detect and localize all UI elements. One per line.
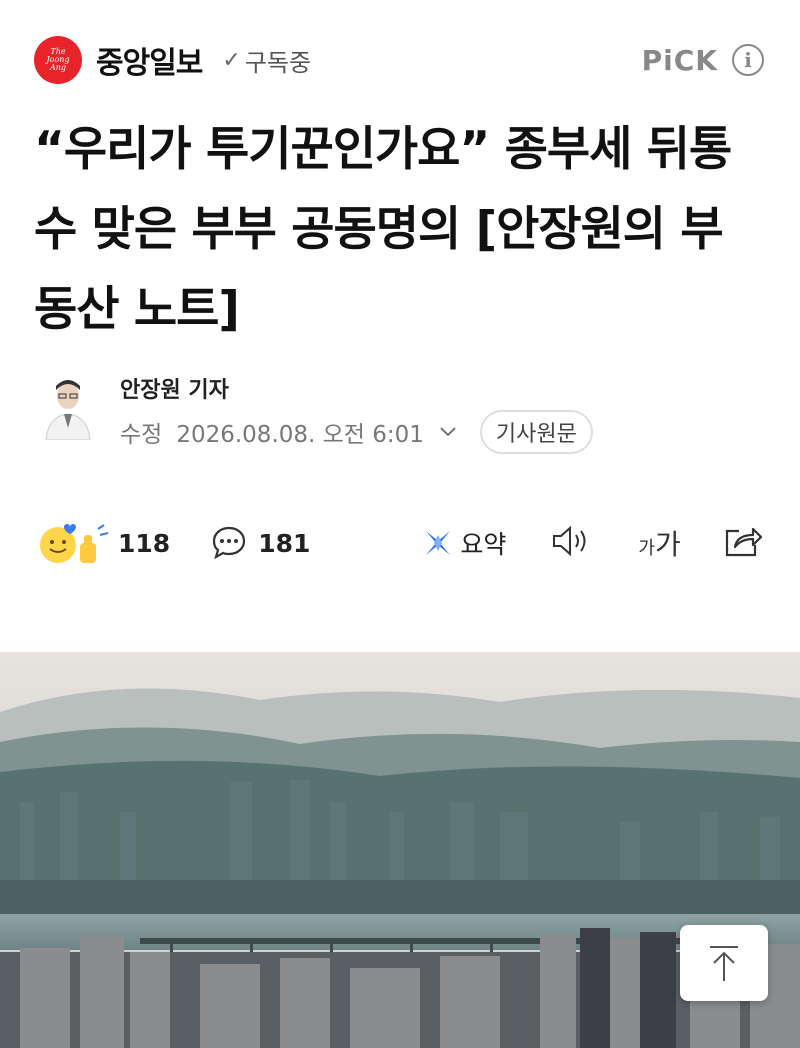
summary-button[interactable]: 요약 xyxy=(422,525,506,561)
action-bar: 118 181 요약 가 가 xyxy=(38,518,764,568)
comment-icon xyxy=(213,526,246,560)
font-size-button[interactable]: 가 가 xyxy=(638,523,680,563)
author-section: 안장원 기자 수정 2026.08.08. 오전 6:01 기사원문 xyxy=(34,372,764,454)
reaction-button[interactable]: 118 xyxy=(38,521,170,565)
summary-sparkle-icon xyxy=(426,531,451,555)
pick-badge: PiCK xyxy=(641,43,718,77)
font-small-label: 가 xyxy=(638,538,655,559)
speaker-icon xyxy=(553,525,586,557)
check-icon: ✓ xyxy=(222,47,241,73)
text-to-speech-button[interactable] xyxy=(550,523,592,563)
subscribe-button[interactable]: ✓ 구독중 xyxy=(222,43,311,78)
pick-area: PiCK i xyxy=(642,44,764,77)
press-logo[interactable]: The Joong Ang xyxy=(34,36,82,84)
subscribe-label: 구독중 xyxy=(244,48,312,77)
share-icon xyxy=(725,527,762,557)
article-date: 2026.08.08. 오전 6:01 xyxy=(176,422,424,448)
press-header: The Joong Ang 중앙일보 ✓ 구독중 PiCK i xyxy=(34,30,764,90)
reaction-count: 118 xyxy=(118,528,171,558)
chevron-down-icon[interactable] xyxy=(438,420,458,444)
arrow-up-icon xyxy=(710,946,738,981)
comment-button[interactable]: 181 xyxy=(210,524,310,562)
info-icon[interactable]: i xyxy=(732,44,764,76)
share-button[interactable] xyxy=(723,523,763,563)
font-big-label: 가 xyxy=(654,528,681,561)
comment-count: 181 xyxy=(258,528,311,558)
date-label: 수정 xyxy=(120,422,163,448)
author-avatar[interactable] xyxy=(42,376,94,440)
press-name[interactable]: 중앙일보 xyxy=(96,38,203,82)
article-title: “우리가 투기꾼인가요” 종부세 뒤통수 맞은 부부 공동명의 [안장원의 부동… xyxy=(34,122,732,337)
original-article-button[interactable]: 기사원문 xyxy=(479,410,593,454)
reaction-emoji-icon xyxy=(40,524,109,563)
article-meta: 수정 2026.08.08. 오전 6:01 기사원문 xyxy=(120,410,593,454)
author-name[interactable]: 안장원 기자 xyxy=(120,372,229,404)
scroll-to-top-button[interactable] xyxy=(680,925,768,1001)
logo-line-3: Ang xyxy=(49,63,67,72)
summary-label: 요약 xyxy=(460,530,507,559)
